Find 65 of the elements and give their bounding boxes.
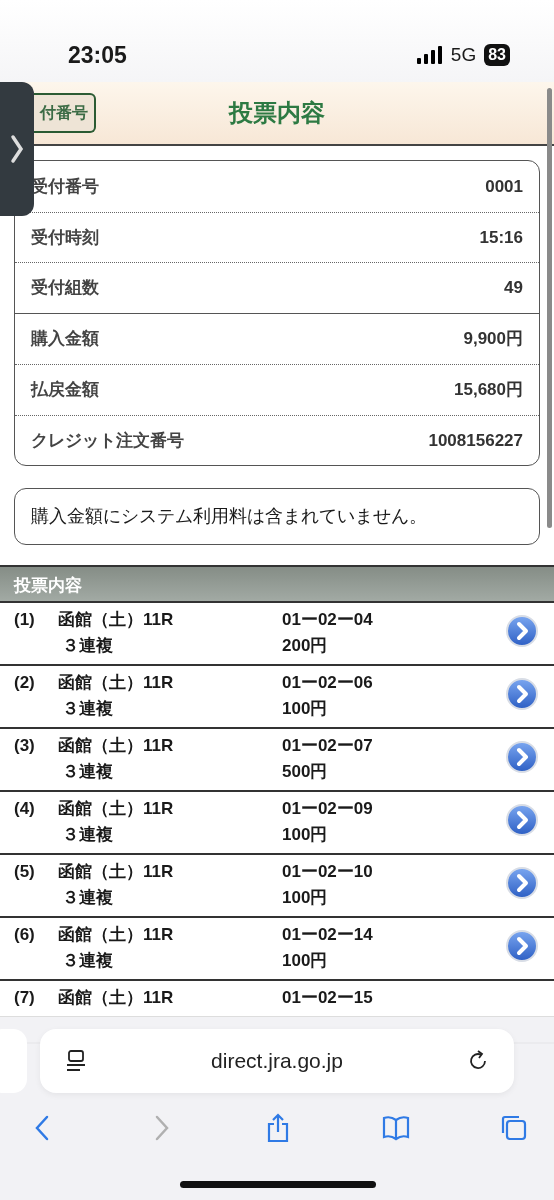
- race-name: 函館（土）11R: [58, 987, 175, 1009]
- chevron-button[interactable]: [506, 615, 538, 647]
- race-name: 函館（土）11R: [58, 861, 175, 883]
- race-name: 函館（土）11R: [58, 924, 175, 946]
- field-value: 15:16: [479, 226, 523, 249]
- race-name: 函館（土）11R: [58, 672, 175, 694]
- notice-text: 購入金額にシステム利用料は含まれていません。: [14, 488, 540, 545]
- bet-index: (5): [14, 861, 36, 883]
- bet-amount: 100円: [282, 886, 329, 909]
- chevron-button[interactable]: [506, 867, 538, 899]
- signal-icon: [416, 46, 443, 64]
- race-name: 函館（土）11R: [58, 798, 175, 820]
- field-value: 1008156227: [428, 429, 523, 452]
- bet-index: (4): [14, 798, 36, 820]
- field-value: 49: [504, 277, 523, 299]
- field-value: 15,680円: [454, 379, 523, 401]
- battery-level: 83: [484, 44, 510, 66]
- chevron-button[interactable]: [506, 678, 538, 710]
- bet-index: (1): [14, 609, 36, 631]
- bet-amount: 100円: [282, 697, 329, 720]
- section-header: 投票内容: [0, 565, 554, 603]
- scrollbar[interactable]: [547, 88, 552, 528]
- field-label: 受付組数: [31, 277, 99, 299]
- field-label: 購入金額: [31, 328, 99, 350]
- field-label: クレジット注文番号: [31, 429, 184, 452]
- field-value: 9,900円: [463, 328, 523, 350]
- bet-numbers: 01ー02ー06: [282, 672, 374, 694]
- bet-type: ３連複: [61, 634, 114, 657]
- bet-numbers: 01ー02ー14: [282, 924, 374, 946]
- bet-amount: 100円: [282, 949, 329, 972]
- network-label: 5G: [450, 42, 477, 67]
- page-title: 投票内容: [229, 98, 325, 128]
- reader-icon[interactable]: [64, 1049, 88, 1073]
- clock-time: 23:05: [68, 40, 127, 70]
- field-label: 払戻金額: [31, 379, 99, 401]
- bet-index: (3): [14, 735, 36, 757]
- bet-type: ３連複: [61, 760, 114, 783]
- bet-index: (6): [14, 924, 36, 946]
- bet-type: ３連複: [61, 697, 114, 720]
- chevron-button[interactable]: [506, 804, 538, 836]
- bet-numbers: 01ー02ー10: [282, 861, 374, 883]
- bet-amount: 500円: [282, 760, 329, 783]
- bet-numbers: 01ー02ー15: [282, 987, 374, 1009]
- bet-numbers: 01ー02ー07: [282, 735, 374, 757]
- race-name: 函館（土）11R: [58, 609, 175, 631]
- side-drawer-tab[interactable]: [0, 82, 34, 216]
- race-name: 函館（土）11R: [58, 735, 175, 757]
- chevron-button[interactable]: [506, 741, 538, 773]
- bet-type: ３連複: [61, 886, 114, 909]
- bet-type: ３連複: [61, 823, 114, 846]
- chevron-button[interactable]: [506, 930, 538, 962]
- chevron-icon: [10, 134, 24, 164]
- field-label: 受付時刻: [31, 226, 99, 249]
- bet-index: (7): [14, 987, 36, 1009]
- bet-amount: 200円: [282, 634, 329, 657]
- address-bar[interactable]: direct.jra.go.jp: [40, 1029, 514, 1093]
- book-icon[interactable]: [380, 1113, 411, 1143]
- url-text: direct.jra.go.jp: [211, 1048, 343, 1075]
- bet-numbers: 01ー02ー04: [282, 609, 374, 631]
- back-button[interactable]: 付番号: [34, 93, 96, 133]
- bet-numbers: 01ー02ー09: [282, 798, 374, 820]
- bet-index: (2): [14, 672, 36, 694]
- field-value: 0001: [485, 175, 523, 198]
- bet-type: ３連複: [61, 949, 114, 972]
- bet-amount: 100円: [282, 823, 329, 846]
